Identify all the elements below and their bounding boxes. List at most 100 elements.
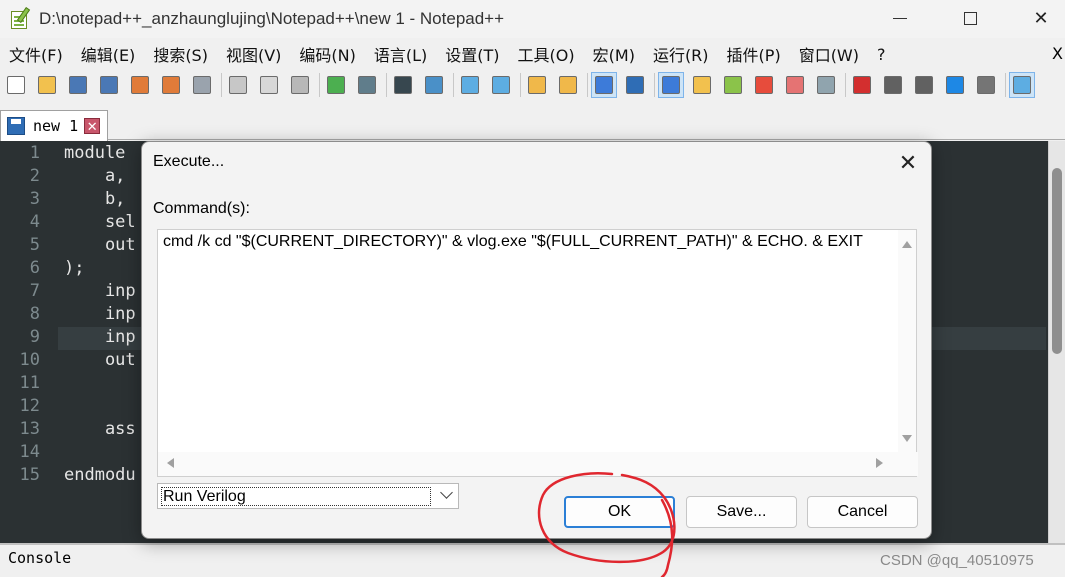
line-number: 3 [29, 189, 40, 209]
paste-button[interactable] [288, 73, 312, 97]
scroll-up-icon[interactable] [902, 241, 912, 248]
line-number: 15 [19, 465, 40, 485]
cancel-button[interactable]: Cancel [807, 496, 918, 528]
panel-icon [1013, 76, 1031, 94]
code-line[interactable]: b, [64, 189, 125, 209]
scrollbar-thumb[interactable] [1052, 168, 1062, 354]
open-file-button[interactable] [35, 73, 59, 97]
program-name-combobox[interactable]: Run Verilog [157, 483, 459, 509]
stop-macro-button[interactable] [881, 73, 905, 97]
tab-new-1[interactable]: new 1 ✕ [0, 110, 108, 141]
paste-icon [291, 76, 309, 94]
menu-item[interactable]: 搜索(S) [144, 42, 217, 66]
minimize-button[interactable] [877, 0, 923, 36]
code-line[interactable]: a, [64, 166, 125, 186]
code-line[interactable]: out [64, 235, 136, 255]
menu-item[interactable]: 编辑(E) [72, 42, 145, 66]
code-line[interactable]: module [64, 143, 125, 163]
redo-button[interactable] [355, 73, 379, 97]
toolbar-separator [221, 73, 222, 97]
find-button[interactable] [391, 73, 415, 97]
command-textarea[interactable]: cmd /k cd "$(CURRENT_DIRECTORY)" & vlog.… [157, 229, 918, 477]
menu-item[interactable]: 编码(N) [290, 42, 364, 66]
udl-button[interactable] [690, 73, 714, 97]
line-number: 6 [29, 258, 40, 278]
line-number: 12 [19, 396, 40, 416]
print-icon [193, 76, 211, 94]
menu-item[interactable]: ? [868, 45, 895, 64]
replace-icon [425, 76, 443, 94]
program-name-value[interactable]: Run Verilog [161, 487, 431, 506]
code-line[interactable]: sel [64, 212, 136, 232]
udl-icon [693, 76, 711, 94]
indent-guide-button[interactable] [658, 72, 684, 98]
open-file-icon [38, 76, 56, 94]
close-window-button[interactable]: ✕ [1018, 0, 1064, 36]
editor-vertical-scrollbar[interactable] [1048, 141, 1065, 543]
line-number: 4 [29, 212, 40, 232]
save-icon [69, 76, 87, 94]
menu-item[interactable]: 设置(T) [436, 42, 508, 66]
line-number: 10 [19, 350, 40, 370]
maximize-button[interactable] [947, 0, 993, 36]
function-list-button[interactable] [752, 73, 776, 97]
record-macro-button[interactable] [850, 73, 874, 97]
code-line[interactable]: inp [64, 327, 136, 347]
menu-item[interactable]: 窗口(W) [790, 42, 868, 66]
close-document-button[interactable]: X [1052, 44, 1063, 63]
menu-item[interactable]: 视图(V) [217, 42, 290, 66]
toolbar-separator [520, 73, 521, 97]
close-button[interactable] [128, 73, 152, 97]
zoom-out-button[interactable] [489, 73, 513, 97]
zoom-in-button[interactable] [458, 73, 482, 97]
scroll-down-icon[interactable] [902, 435, 912, 442]
replace-button[interactable] [422, 73, 446, 97]
command-horizontal-scrollbar[interactable] [158, 452, 918, 476]
close-all-button[interactable] [159, 73, 183, 97]
menu-item[interactable]: 插件(P) [718, 42, 790, 66]
line-number: 8 [29, 304, 40, 324]
save-macro-button[interactable] [974, 73, 998, 97]
new-file-button[interactable] [4, 73, 28, 97]
word-wrap-button[interactable] [591, 72, 617, 98]
code-line[interactable]: ); [64, 258, 84, 278]
menu-item[interactable]: 宏(M) [584, 42, 644, 66]
sync-horizontal-button[interactable] [556, 73, 580, 97]
cut-button[interactable] [226, 73, 250, 97]
ok-button[interactable]: OK [564, 496, 675, 528]
tab-close-icon[interactable]: ✕ [84, 118, 101, 134]
panel-button[interactable] [1009, 72, 1035, 98]
code-line[interactable]: endmodu [64, 465, 136, 485]
copy-button[interactable] [257, 73, 281, 97]
code-line[interactable]: out [64, 350, 136, 370]
code-line[interactable]: ass [64, 419, 136, 439]
scroll-left-icon[interactable] [167, 458, 174, 468]
chevron-down-icon[interactable] [440, 486, 453, 499]
menu-item[interactable]: 语言(L) [365, 42, 436, 66]
menu-item[interactable]: 文件(F) [0, 42, 72, 66]
undo-button[interactable] [324, 73, 348, 97]
run-macro-multiple-button[interactable] [943, 73, 967, 97]
folder-as-workspace-button[interactable] [783, 73, 807, 97]
print-button[interactable] [190, 73, 214, 97]
command-vertical-scrollbar[interactable] [898, 230, 916, 454]
code-line[interactable]: inp [64, 304, 136, 324]
save-button[interactable] [66, 73, 90, 97]
show-all-chars-button[interactable] [623, 73, 647, 97]
save-all-button[interactable] [97, 73, 121, 97]
doc-map-button[interactable] [721, 73, 745, 97]
save-all-icon [100, 76, 118, 94]
play-macro-button[interactable] [912, 73, 936, 97]
commands-label: Command(s): [153, 200, 250, 217]
menu-item[interactable]: 工具(O) [509, 42, 584, 66]
monitoring-button[interactable] [814, 73, 838, 97]
code-line[interactable]: inp [64, 281, 136, 301]
sync-vertical-button[interactable] [525, 73, 549, 97]
save-button[interactable]: Save... [686, 496, 797, 528]
command-text[interactable]: cmd /k cd "$(CURRENT_DIRECTORY)" & vlog.… [163, 233, 863, 251]
menu-item[interactable]: 运行(R) [644, 42, 718, 66]
scroll-right-icon[interactable] [876, 458, 883, 468]
toolbar-separator [319, 73, 320, 97]
dialog-close-button[interactable]: ✕ [894, 149, 922, 177]
close-all-icon [162, 76, 180, 94]
